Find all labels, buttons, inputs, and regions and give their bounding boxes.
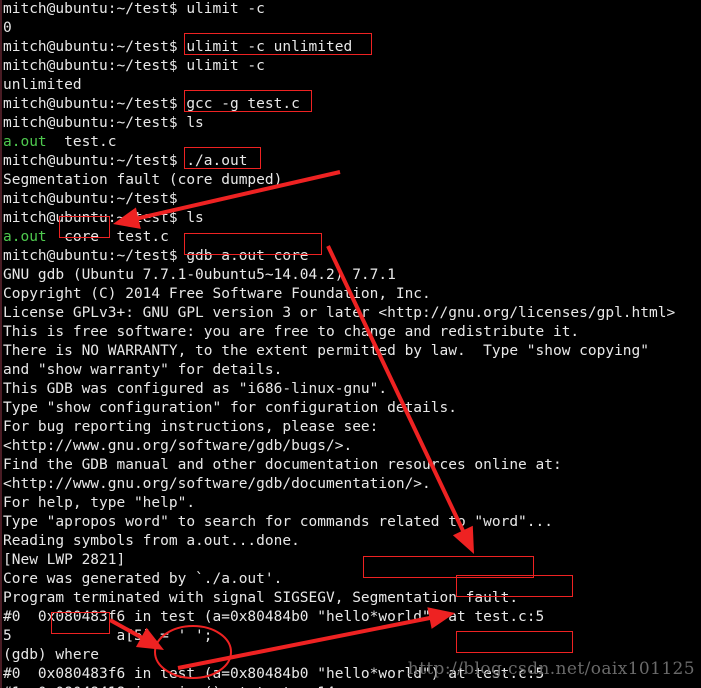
watermark-text: http://blog.csdn.net/oaix101125 <box>407 659 695 679</box>
filename-executable: a.out <box>3 134 47 150</box>
highlight-run-aout <box>184 147 261 169</box>
terminal-line: This is free software: you are free to c… <box>3 324 580 340</box>
highlight-gcc-g-testc <box>184 90 312 112</box>
terminal-line: <http://www.gnu.org/software/gdb/bugs/>. <box>3 438 353 454</box>
highlight-gdb-aout-core <box>184 233 322 255</box>
terminal-line: For bug reporting instructions, please s… <box>3 419 379 435</box>
terminal-line: Segmentation fault (core dumped) <box>3 172 283 188</box>
terminal-line: mitch@ubuntu:~/test$ ulimit -c <box>3 1 265 17</box>
highlight-where-command <box>51 612 110 634</box>
highlight-at-testc5-bt <box>456 631 573 653</box>
terminal-line: Core was generated by `./a.out'. <box>3 571 283 587</box>
terminal-line: Type "apropos word" to search for comman… <box>3 514 553 530</box>
terminal-line: GNU gdb (Ubuntu 7.7.1-0ubuntu5~14.04.2) … <box>3 267 396 283</box>
terminal-line: License GPLv3+: GNU GPL version 3 or lat… <box>3 305 676 321</box>
terminal-line: mitch@ubuntu:~/test$ ./a.out <box>3 153 248 169</box>
terminal-line: #1 0x08048418 in main () at test.c:14 <box>3 684 701 688</box>
terminal-line: unlimited <box>3 77 82 93</box>
terminal-line: mitch@ubuntu:~/test$ ls <box>3 115 204 131</box>
highlight-at-testc5-frame0 <box>456 575 573 597</box>
terminal-text: test.c <box>46 134 117 150</box>
terminal-line: For help, type "help". <box>3 495 196 511</box>
terminal-line: [New LWP 2821] <box>3 552 126 568</box>
highlight-ulimit-unlimited <box>184 33 372 55</box>
terminal-line: Find the GDB manual and other documentat… <box>3 457 562 473</box>
terminal-left-border <box>0 0 2 688</box>
terminal-line: mitch@ubuntu:~/test$ gcc -g test.c <box>3 96 300 112</box>
terminal-output: mitch@ubuntu:~/test$ ulimit -c 0 mitch@ubu… <box>3 0 701 688</box>
highlight-core-file <box>59 216 110 238</box>
terminal-line: Copyright (C) 2014 Free Software Foundat… <box>3 286 431 302</box>
filename-executable: a.out <box>3 229 47 245</box>
terminal-line: mitch@ubuntu:~/test$ ulimit -c <box>3 58 265 74</box>
terminal-line: Reading symbols from a.out...done. <box>3 533 300 549</box>
terminal-line: mitch@ubuntu:~/test$ gdb a.out core <box>3 248 309 264</box>
terminal-line: mitch@ubuntu:~/test$ <box>3 191 178 207</box>
terminal-line: There is NO WARRANTY, to the extent perm… <box>3 343 650 359</box>
terminal-line: Program terminated with signal SIGSEGV, … <box>3 590 519 606</box>
terminal-line: This GDB was configured as "i686-linux-g… <box>3 381 388 397</box>
terminal-line: and "show warranty" for details. <box>3 362 283 378</box>
terminal-window: mitch@ubuntu:~/test$ ulimit -c 0 mitch@ubu… <box>0 0 701 688</box>
terminal-line: Type "show configuration" for configurat… <box>3 400 457 416</box>
terminal-line: a.out test.c <box>3 133 701 152</box>
terminal-line: <http://www.gnu.org/software/gdb/documen… <box>3 476 431 492</box>
